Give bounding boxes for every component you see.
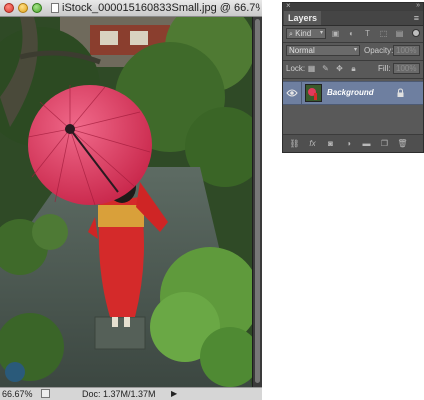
lock-position-icon[interactable]: ✥ (335, 64, 344, 73)
add-mask-icon[interactable]: ◙ (325, 139, 336, 149)
collapse-panel-icon[interactable]: » (416, 1, 420, 11)
blend-mode-select[interactable]: Normal ▾ (286, 45, 360, 56)
lock-all-icon[interactable]: 🔒︎ (349, 64, 358, 73)
blend-row: Normal ▾ Opacity: 100% (283, 44, 423, 58)
scrollbar-thumb[interactable] (255, 19, 260, 383)
status-share-icon[interactable] (41, 389, 50, 398)
image-canvas[interactable] (0, 17, 252, 387)
filter-kind-select[interactable]: ⌕ Kind ▾ (286, 28, 326, 39)
filter-toggle-icon[interactable] (412, 29, 420, 37)
divider (283, 42, 423, 43)
document-title: iStock_000015160833Small.jpg @ 66.7% (R.… (62, 2, 260, 14)
status-menu-arrow-icon[interactable]: ▶ (171, 388, 177, 400)
vertical-scrollbar[interactable] (252, 17, 262, 387)
divider (283, 60, 423, 61)
document-window: iStock_000015160833Small.jpg @ 66.7% (R.… (0, 0, 262, 400)
lock-label: Lock: (286, 64, 306, 73)
chevron-down-icon: ▾ (353, 47, 357, 53)
new-group-icon[interactable]: ▬ (361, 139, 372, 149)
smart-object-filter-icon[interactable]: ▤ (395, 29, 404, 38)
status-bar: 66.67% Doc: 1.37M/1.37M ▶ (0, 387, 262, 400)
lock-image-icon[interactable]: ✎ (321, 64, 330, 73)
tab-layers[interactable]: Layers (284, 11, 322, 25)
shape-filter-icon[interactable]: ⬚ (379, 29, 388, 38)
layer-name: Background (327, 88, 374, 97)
pixel-filter-icon[interactable]: ▣ (331, 29, 340, 38)
panel-tabbar: Layers ≡ (283, 11, 423, 26)
document-icon (51, 3, 59, 13)
adjustment-filter-icon[interactable]: ◐ (347, 29, 356, 38)
layers-list: Background (283, 79, 423, 134)
layer-row-background[interactable]: Background (283, 81, 423, 105)
photo-kimono-umbrella (0, 17, 252, 387)
document-titlebar[interactable]: iStock_000015160833Small.jpg @ 66.7% (R.… (0, 0, 262, 17)
fill-label: Fill: (378, 64, 391, 73)
adjustment-layer-icon[interactable]: ◑ (343, 139, 354, 149)
blend-mode-value: Normal (289, 46, 315, 55)
fx-icon[interactable]: fx (307, 139, 318, 149)
layers-panel: × » Layers ≡ ⌕ Kind ▾ ▣ ◐ T ⬚ ▤ Normal ▾… (282, 1, 424, 153)
trash-icon[interactable]: 🗑︎ (397, 139, 408, 149)
zoom-window-button[interactable] (32, 3, 42, 13)
lock-row: Lock: ▦ ✎ ✥ 🔒︎ Fill: 100% (283, 62, 423, 76)
divider (301, 82, 302, 104)
layer-thumbnail (305, 84, 322, 102)
filter-kind-label: Kind (295, 29, 312, 38)
link-icon[interactable]: ⛓ (289, 139, 300, 149)
chevron-down-icon: ▾ (319, 30, 323, 36)
fill-field[interactable]: 100% (393, 63, 420, 74)
search-icon: ⌕ (289, 31, 293, 38)
close-window-button[interactable] (4, 3, 14, 13)
eye-icon[interactable] (286, 88, 298, 98)
layer-filter-row: ⌕ Kind ▾ ▣ ◐ T ⬚ ▤ (283, 26, 423, 42)
opacity-label: Opacity: (364, 46, 394, 55)
type-filter-icon[interactable]: T (363, 29, 372, 38)
panel-menu-icon[interactable]: ≡ (414, 13, 419, 23)
opacity-field[interactable]: 100% (393, 45, 420, 56)
panel-header[interactable]: × » (283, 1, 423, 11)
lock-icon (397, 88, 404, 97)
zoom-level-field[interactable]: 66.67% (2, 388, 38, 400)
lock-transparent-icon[interactable]: ▦ (307, 64, 316, 73)
new-layer-icon[interactable]: ❐ (379, 139, 390, 149)
close-icon[interactable]: × (286, 1, 291, 11)
minimize-window-button[interactable] (18, 3, 28, 13)
document-size: Doc: 1.37M/1.37M (82, 389, 156, 399)
panel-footer: ⛓ fx ◙ ◑ ▬ ❐ 🗑︎ (283, 134, 423, 152)
